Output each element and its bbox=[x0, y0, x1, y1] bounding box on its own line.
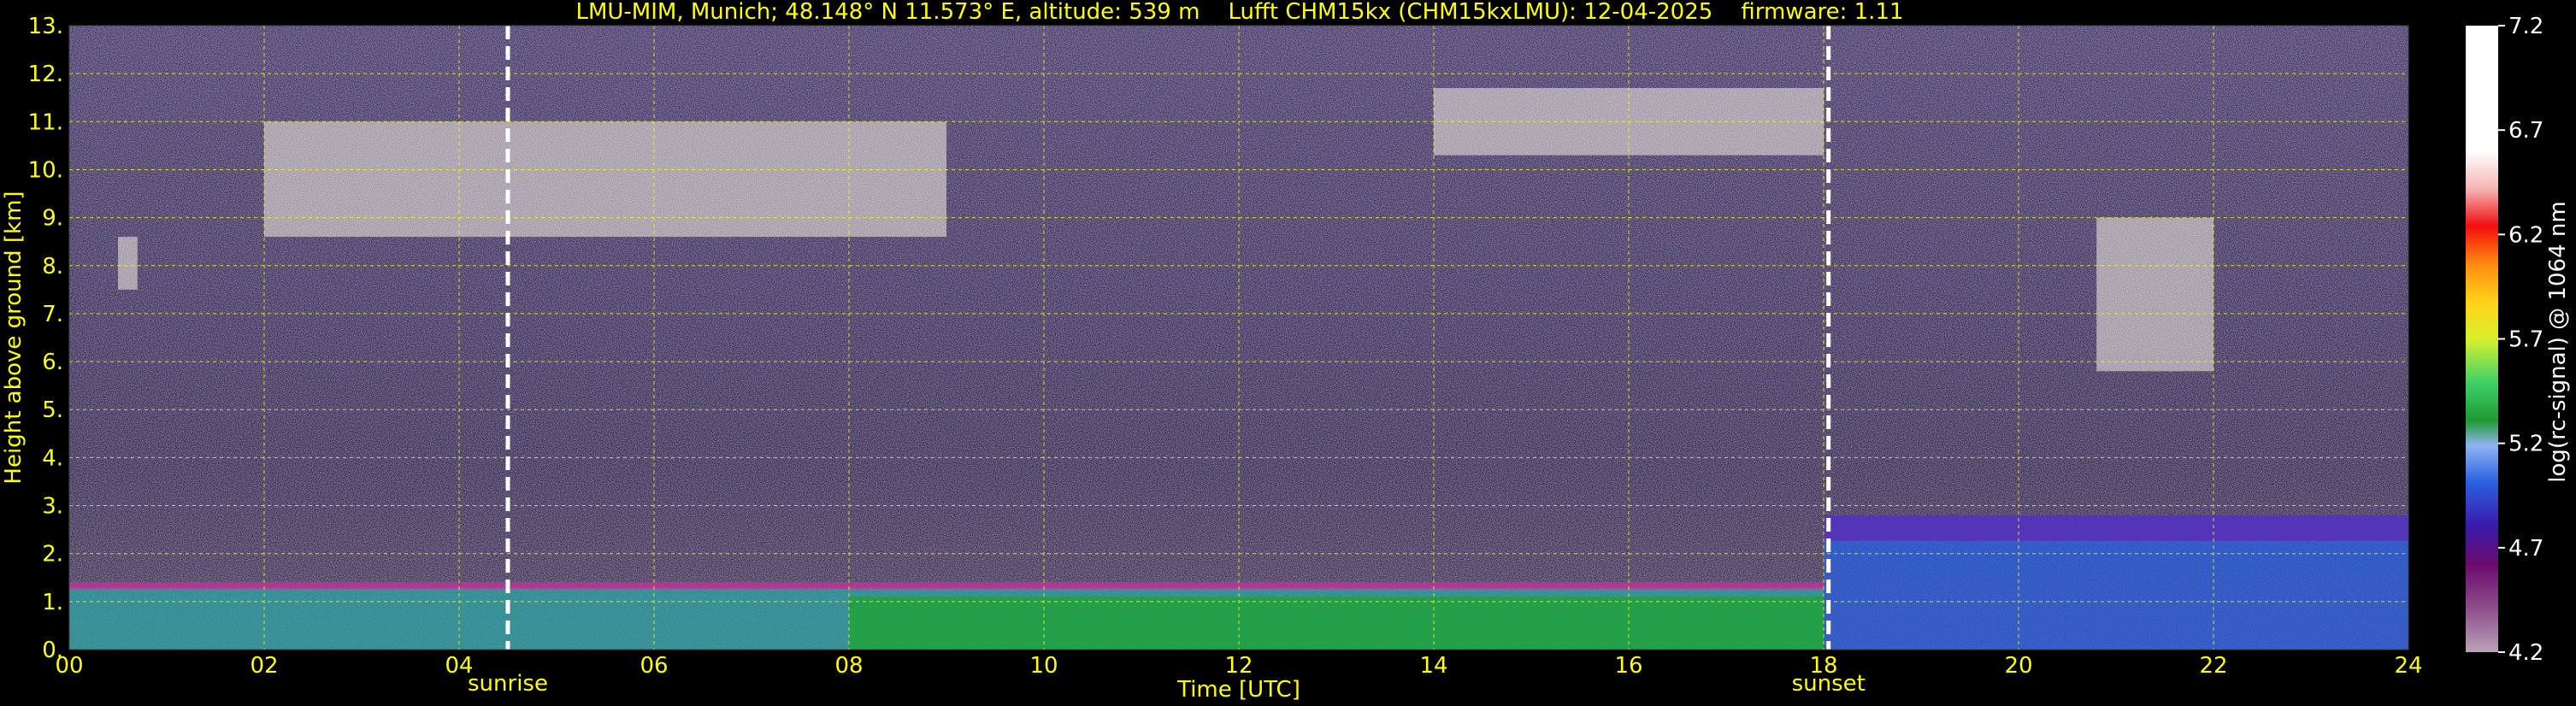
y-tick-label: 2. bbox=[42, 542, 63, 568]
cirrus-region bbox=[2096, 217, 2213, 372]
colorbar-tick-label: 5.2 bbox=[2508, 432, 2544, 457]
colorbar-tick-label: 6.2 bbox=[2508, 222, 2544, 248]
sunrise-label: sunrise bbox=[468, 671, 548, 697]
y-axis-label: Height above ground [km] bbox=[1, 191, 27, 484]
residual-layer-top bbox=[1824, 515, 2408, 541]
y-tick-label: 9. bbox=[42, 206, 63, 232]
x-axis-label: Time [UTC] bbox=[1176, 677, 1300, 703]
colorbar-scale bbox=[2466, 26, 2498, 652]
x-tick-label: 20 bbox=[2004, 653, 2032, 679]
y-tick-label: 3. bbox=[42, 494, 63, 520]
y-tick-label: 11. bbox=[28, 109, 63, 135]
x-tick-label: 08 bbox=[834, 653, 863, 679]
y-tick-label: 7. bbox=[42, 302, 63, 327]
y-tick-label: 1. bbox=[42, 590, 63, 615]
x-tick-label: 24 bbox=[2394, 653, 2422, 679]
colorbar-label: log(rc-signal) @ 1064 nm bbox=[2545, 201, 2571, 482]
chart-title: LMU-MIM, Munich; 48.148° N 11.573° E, al… bbox=[575, 0, 1903, 25]
colorbar-tick-label: 7.2 bbox=[2508, 14, 2544, 39]
y-tick-label: 8. bbox=[42, 254, 63, 279]
x-tick-label: 22 bbox=[2199, 653, 2227, 679]
x-tick-label: 14 bbox=[1419, 653, 1447, 679]
x-tick-label: 16 bbox=[1614, 653, 1642, 679]
plot-area bbox=[69, 26, 2408, 650]
y-tick-label: 0. bbox=[42, 638, 63, 663]
ceilometer-chart: LMU-MIM, Munich; 48.148° N 11.573° E, al… bbox=[1, 0, 2571, 703]
colorbar-tick-label: 4.7 bbox=[2508, 536, 2544, 562]
cirrus-region bbox=[264, 121, 946, 238]
sunset-label: sunset bbox=[1792, 671, 1866, 697]
convective-layer-region bbox=[849, 597, 1824, 650]
colorbar-tick-label: 5.7 bbox=[2508, 327, 2544, 353]
colorbar-tick-label: 4.2 bbox=[2508, 640, 2544, 666]
cirrus-region bbox=[118, 237, 138, 290]
boundary-layer-top bbox=[69, 582, 1824, 589]
x-tick-label: 12 bbox=[1224, 653, 1253, 679]
y-tick-label: 10. bbox=[28, 157, 63, 183]
colorbar: 4.2 4.7 5.2 5.7 6.2 6.7 7.2 log(rc-signal) @ 1… bbox=[2466, 14, 2571, 666]
x-tick-label: 06 bbox=[640, 653, 668, 679]
y-tick-label: 4. bbox=[42, 445, 63, 471]
y-tick-label: 5. bbox=[42, 397, 63, 423]
y-tick-label: 6. bbox=[42, 350, 63, 375]
x-tick-label: 02 bbox=[250, 653, 278, 679]
y-tick-label: 12. bbox=[28, 62, 63, 87]
y-tick-label: 13. bbox=[28, 14, 63, 39]
x-tick-label: 10 bbox=[1029, 653, 1058, 679]
colorbar-tick-label: 6.7 bbox=[2508, 118, 2544, 144]
